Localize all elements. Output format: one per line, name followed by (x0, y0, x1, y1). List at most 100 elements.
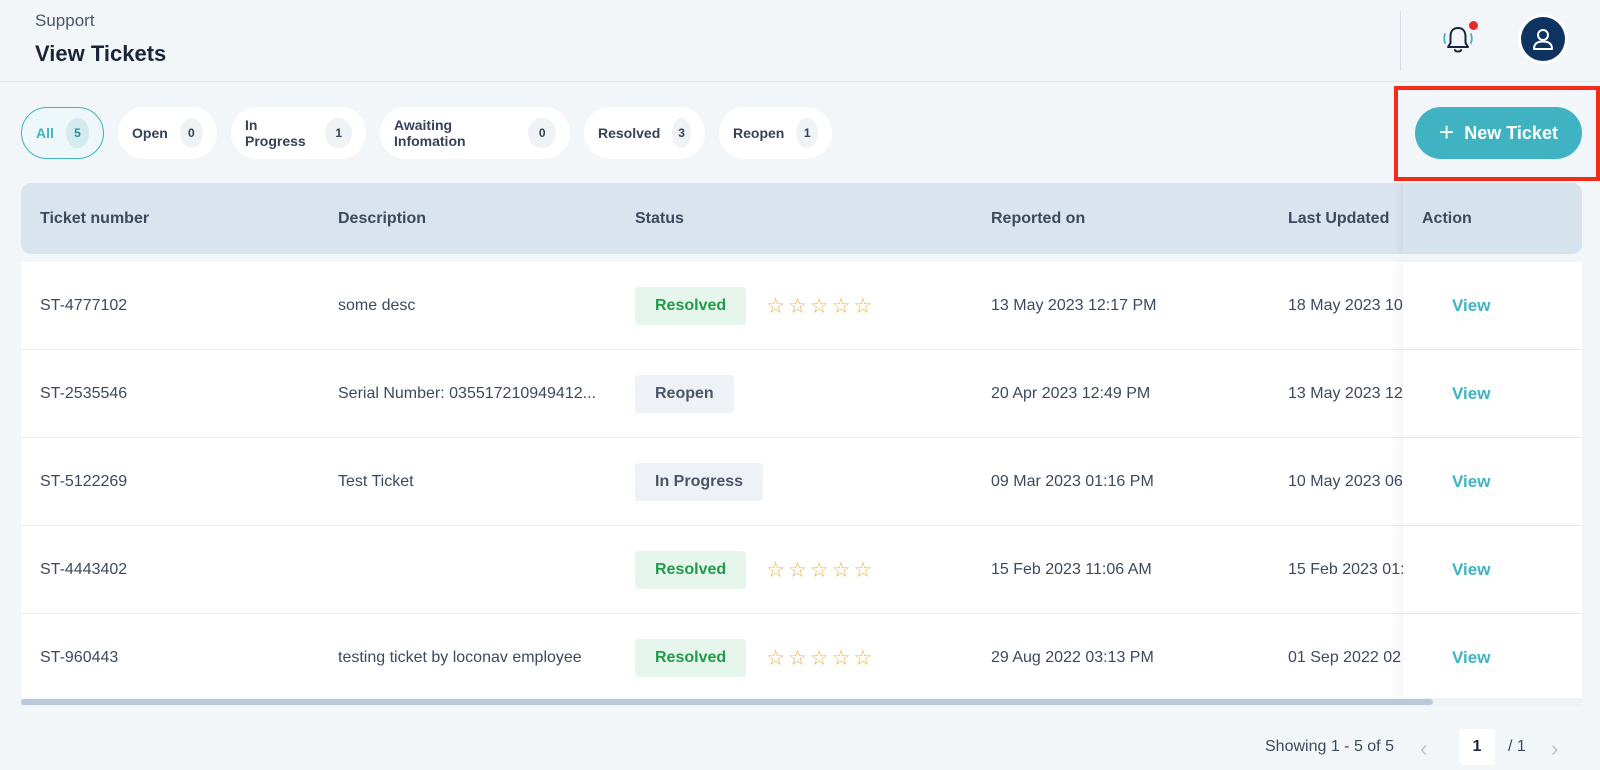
rating-stars[interactable]: ☆ ☆ ☆ ☆ ☆ (766, 558, 872, 583)
header-divider (1400, 11, 1401, 71)
star-icon[interactable]: ☆ (832, 558, 851, 583)
filter-chip-reopen[interactable]: Reopen 1 (719, 107, 832, 159)
action-column-header: Action (1403, 183, 1582, 254)
status-badge: Resolved (635, 287, 747, 325)
status-cell: Resolved ☆ ☆ ☆ ☆ ☆ (635, 614, 975, 702)
filter-chip-label: Resolved (598, 125, 661, 141)
star-icon[interactable]: ☆ (788, 646, 807, 671)
filter-chip-count: 1 (796, 118, 818, 148)
star-icon[interactable]: ☆ (853, 646, 872, 671)
new-ticket-button[interactable]: + New Ticket (1415, 107, 1582, 159)
view-link[interactable]: View (1452, 296, 1490, 316)
table-row[interactable]: ST-4777102 some desc Resolved ☆ ☆ ☆ ☆ ☆ … (21, 262, 1582, 350)
page-header: Support View Tickets (0, 0, 1600, 82)
action-cell: View (1403, 262, 1582, 350)
ticket-description: Test Ticket (338, 473, 414, 490)
star-icon[interactable]: ☆ (810, 294, 829, 319)
star-icon[interactable]: ☆ (853, 558, 872, 583)
column-header-last-updated[interactable]: Last Updated (1288, 210, 1389, 228)
page-title: View Tickets (35, 41, 167, 66)
status-cell: Resolved ☆ ☆ ☆ ☆ ☆ (635, 526, 975, 614)
column-header-reported-on[interactable]: Reported on (991, 210, 1085, 228)
filter-chip-count: 5 (65, 118, 89, 148)
star-icon[interactable]: ☆ (766, 558, 785, 583)
avatar[interactable] (1518, 14, 1568, 64)
table-row[interactable]: ST-4443402 Resolved ☆ ☆ ☆ ☆ ☆ 15 Feb 202… (21, 526, 1582, 614)
notification-dot (1469, 21, 1478, 30)
filter-chip-label: Open (132, 125, 168, 141)
last-updated: 13 May 2023 12: (1288, 385, 1403, 402)
action-cell: View (1403, 438, 1582, 526)
status-badge: Reopen (635, 375, 734, 413)
action-cell: View (1403, 614, 1582, 702)
filter-chip-resolved[interactable]: Resolved 3 (584, 107, 705, 159)
column-header-action: Action (1422, 210, 1472, 227)
filter-chip-in-progress[interactable]: In Progress 1 (231, 107, 366, 159)
star-icon[interactable]: ☆ (853, 294, 872, 319)
pagination-summary: Showing 1 - 5 of 5 (1265, 738, 1394, 755)
chevron-right-icon[interactable]: › (1551, 736, 1558, 762)
action-cell: View (1403, 526, 1582, 614)
last-updated: 01 Sep 2022 02 (1288, 649, 1401, 666)
view-link[interactable]: View (1452, 648, 1490, 668)
filter-chip-count: 1 (325, 118, 352, 148)
ticket-description: some desc (338, 297, 416, 314)
rating-stars[interactable]: ☆ ☆ ☆ ☆ ☆ (766, 646, 872, 671)
column-header-ticket-number[interactable]: Ticket number (40, 210, 149, 228)
reported-on: 15 Feb 2023 11:06 AM (991, 561, 1152, 578)
breadcrumb[interactable]: Support (35, 11, 95, 31)
star-icon[interactable]: ☆ (788, 294, 807, 319)
filter-chip-label: Awaiting Infomation (394, 117, 466, 149)
current-page[interactable]: 1 (1459, 729, 1495, 765)
view-link[interactable]: View (1452, 472, 1490, 492)
new-ticket-label: New Ticket (1464, 122, 1558, 143)
filter-chip-label: Reopen (733, 125, 785, 141)
last-updated: 10 May 2023 06 (1288, 473, 1403, 490)
last-updated: 18 May 2023 10 (1288, 297, 1403, 314)
filter-chip-awaiting-information[interactable]: Awaiting Infomation 0 (380, 107, 570, 159)
ticket-number: ST-960443 (40, 649, 119, 666)
star-icon[interactable]: ☆ (832, 646, 851, 671)
ticket-description (338, 526, 608, 614)
column-header-status[interactable]: Status (635, 210, 684, 228)
action-cell: View (1403, 350, 1582, 438)
status-cell: Resolved ☆ ☆ ☆ ☆ ☆ (635, 262, 975, 350)
star-icon[interactable]: ☆ (810, 646, 829, 671)
filter-chip-count: 0 (528, 118, 556, 148)
column-header-description[interactable]: Description (338, 210, 426, 228)
view-link[interactable]: View (1452, 560, 1490, 580)
reported-on: 09 Mar 2023 01:16 PM (991, 473, 1154, 490)
reported-on: 29 Aug 2022 03:13 PM (991, 649, 1154, 666)
status-badge: Resolved (635, 639, 747, 677)
status-badge: Resolved (635, 551, 747, 589)
status-badge: In Progress (635, 463, 764, 501)
star-icon[interactable]: ☆ (810, 558, 829, 583)
reported-on: 20 Apr 2023 12:49 PM (991, 385, 1151, 402)
status-filter-bar: All 5 Open 0 In Progress 1 Awaiting Info… (21, 107, 832, 159)
filter-chip-open[interactable]: Open 0 (118, 107, 217, 159)
star-icon[interactable]: ☆ (788, 558, 807, 583)
ticket-table-body: ST-4777102 some desc Resolved ☆ ☆ ☆ ☆ ☆ … (21, 262, 1582, 702)
star-icon[interactable]: ☆ (766, 294, 785, 319)
filter-chip-label: In Progress (245, 117, 306, 149)
rating-stars[interactable]: ☆ ☆ ☆ ☆ ☆ (766, 294, 872, 319)
ticket-description: testing ticket by loconav employee (338, 649, 582, 666)
table-row[interactable]: ST-5122269 Test Ticket In Progress 09 Ma… (21, 438, 1582, 526)
chevron-left-icon[interactable]: ‹ (1420, 736, 1427, 762)
page-total: / 1 (1508, 738, 1526, 755)
filter-chip-label: All (36, 125, 54, 141)
last-updated: 15 Feb 2023 01: (1288, 561, 1403, 578)
ticket-number: ST-5122269 (40, 473, 128, 490)
star-icon[interactable]: ☆ (832, 294, 851, 319)
status-cell: In Progress (635, 438, 975, 526)
table-row[interactable]: ST-2535546 Serial Number: 03551721094941… (21, 350, 1582, 438)
view-link[interactable]: View (1452, 384, 1490, 404)
star-icon[interactable]: ☆ (766, 646, 785, 671)
ticket-description: Serial Number: 035517210949412... (338, 385, 596, 402)
ticket-number: ST-4777102 (40, 297, 128, 314)
ticket-number: ST-4443402 (40, 561, 128, 578)
user-icon (1521, 17, 1565, 61)
filter-chip-all[interactable]: All 5 (21, 107, 104, 159)
table-row[interactable]: ST-960443 testing ticket by loconav empl… (21, 614, 1582, 702)
horizontal-scrollbar[interactable] (21, 699, 1433, 705)
